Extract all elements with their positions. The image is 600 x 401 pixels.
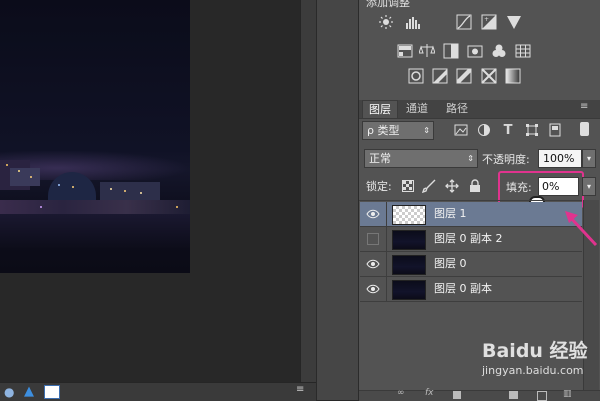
- waterfront: [0, 200, 190, 214]
- channel-mixer-icon[interactable]: [491, 43, 507, 59]
- opacity-label: 不透明度:: [482, 153, 530, 166]
- status-bar: ● ▲ ≡: [0, 382, 316, 401]
- filter-label: ρ 类型: [367, 124, 400, 137]
- vertical-scrollbar[interactable]: [300, 0, 317, 382]
- building: [10, 168, 40, 186]
- exposure-icon[interactable]: +: [481, 14, 497, 30]
- visibility-eye-icon[interactable]: [360, 202, 387, 226]
- visibility-eye-icon[interactable]: [360, 252, 387, 276]
- panel-menu-icon[interactable]: ≡: [296, 384, 304, 395]
- smart-object-filter-icon[interactable]: [547, 122, 563, 138]
- adjustment-layer-filter-icon[interactable]: [476, 122, 492, 138]
- person-icon[interactable]: ●: [4, 385, 14, 399]
- layer-filter-dropdown[interactable]: ρ 类型 ⇕: [362, 121, 434, 140]
- watermark-url: jingyan.baidu.com: [482, 364, 584, 377]
- watermark: Baidu 经验 jingyan.baidu.com: [482, 336, 598, 382]
- layer-thumbnail: [392, 280, 426, 300]
- layers-bottom-toolbar: ∞ fx ▥: [359, 388, 600, 401]
- lock-all-icon[interactable]: [467, 178, 483, 194]
- brightness-icon[interactable]: [378, 14, 394, 30]
- adjustments-title: 添加调整: [366, 0, 410, 9]
- lock-position-icon[interactable]: [444, 178, 460, 194]
- layer-thumbnail: [392, 255, 426, 275]
- layer-row[interactable]: 图层 0 副本: [360, 277, 582, 302]
- tab-channels[interactable]: 通道: [400, 100, 434, 117]
- tab-paths[interactable]: 路径: [440, 100, 474, 117]
- layer-row[interactable]: 图层 0: [360, 252, 582, 277]
- dropdown-arrow-icon: ⇕: [467, 154, 474, 163]
- fill-slider-arrow-icon[interactable]: ▾: [582, 177, 596, 196]
- invert-icon[interactable]: [408, 68, 424, 84]
- opacity-input[interactable]: 100%: [538, 149, 582, 168]
- posterize-icon[interactable]: [432, 68, 448, 84]
- shirt-icon[interactable]: ▲: [24, 384, 34, 399]
- tab-layers[interactable]: 图层: [362, 100, 398, 118]
- light: [176, 206, 178, 208]
- layer-name[interactable]: 图层 0 副本 2: [434, 227, 503, 251]
- light: [58, 184, 60, 186]
- new-group-icon[interactable]: [509, 391, 518, 399]
- layer-row[interactable]: 图层 1: [360, 202, 582, 227]
- filter-toggle-switch[interactable]: [580, 122, 589, 136]
- watermark-brand: Baidu 经验: [482, 340, 588, 362]
- gradient-map-icon[interactable]: [505, 68, 521, 84]
- light: [6, 164, 8, 166]
- blend-mode-value: 正常: [369, 152, 391, 165]
- building: [100, 182, 160, 202]
- levels-icon[interactable]: [405, 14, 421, 30]
- layer-style-icon[interactable]: fx: [425, 388, 434, 398]
- vibrance-icon[interactable]: [506, 14, 522, 30]
- layer-name[interactable]: 图层 0 副本: [434, 277, 492, 301]
- photo-filter-icon[interactable]: [467, 43, 483, 59]
- light: [40, 206, 42, 208]
- document-image[interactable]: [0, 0, 190, 273]
- fill-label: 填充:: [506, 181, 532, 194]
- lock-transparent-pixels-icon[interactable]: [400, 178, 416, 194]
- blend-mode-dropdown[interactable]: 正常 ⇕: [364, 149, 478, 168]
- type-layer-filter-icon[interactable]: T: [500, 122, 516, 138]
- color-lookup-icon[interactable]: [515, 43, 531, 59]
- light: [124, 190, 126, 192]
- lock-image-pixels-icon[interactable]: [421, 178, 437, 194]
- lock-label: 锁定:: [366, 180, 392, 193]
- layer-name[interactable]: 图层 1: [434, 202, 467, 226]
- shape-layer-filter-icon[interactable]: [524, 122, 540, 138]
- light: [140, 192, 142, 194]
- curves-icon[interactable]: [456, 14, 472, 30]
- black-white-icon[interactable]: [443, 43, 459, 59]
- layer-row[interactable]: 图层 0 副本 2: [360, 227, 582, 252]
- svg-text:+: +: [484, 16, 489, 23]
- hue-saturation-icon[interactable]: [397, 43, 413, 59]
- water: [0, 214, 190, 248]
- layer-name[interactable]: 图层 0: [434, 252, 467, 276]
- fill-input[interactable]: 0%: [538, 177, 579, 196]
- light: [72, 186, 74, 188]
- panel-dock-gap: [316, 0, 359, 400]
- selective-color-icon[interactable]: [481, 68, 497, 84]
- delete-layer-icon[interactable]: ▥: [563, 389, 572, 399]
- light: [110, 188, 112, 190]
- opacity-slider-arrow-icon[interactable]: ▾: [582, 149, 596, 168]
- visibility-eye-icon[interactable]: [360, 277, 387, 301]
- light: [30, 176, 32, 178]
- color-balance-icon[interactable]: [419, 43, 435, 59]
- panel-menu-icon[interactable]: ≡: [580, 101, 588, 112]
- dropdown-arrow-icon: ⇕: [423, 126, 430, 135]
- grid-icon[interactable]: [44, 385, 60, 399]
- layer-thumbnail: [392, 230, 426, 250]
- layer-thumbnail: [392, 205, 426, 225]
- visibility-toggle-empty[interactable]: [360, 227, 387, 251]
- light: [18, 170, 20, 172]
- pixel-layer-filter-icon[interactable]: [453, 122, 469, 138]
- add-mask-icon[interactable]: [453, 391, 461, 399]
- annotation-arrow-icon: [565, 211, 598, 247]
- link-layers-icon[interactable]: ∞: [397, 388, 405, 398]
- threshold-icon[interactable]: [456, 68, 472, 84]
- layers-list-top-border: [359, 200, 582, 201]
